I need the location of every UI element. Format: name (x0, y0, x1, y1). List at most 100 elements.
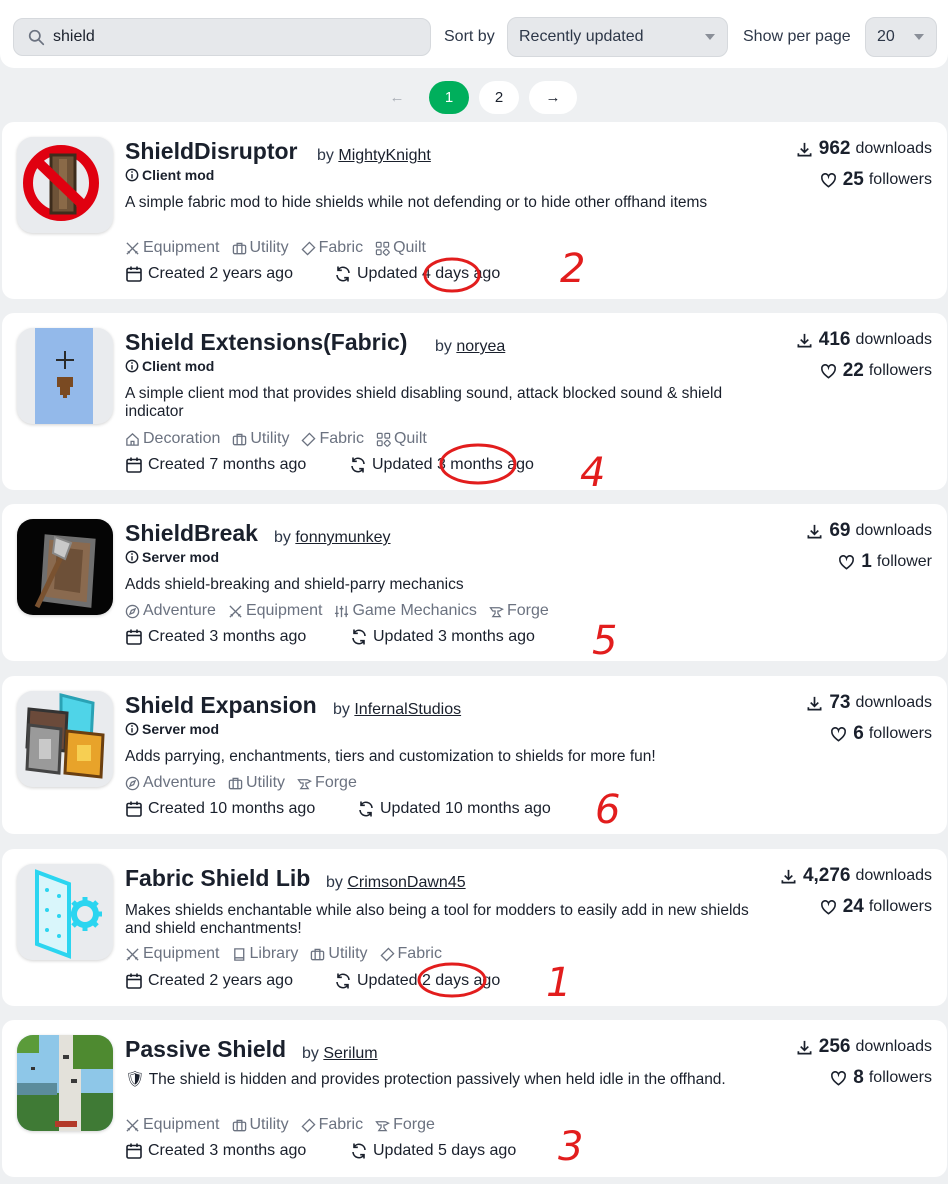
project-author: by InfernalStudios (333, 701, 461, 719)
downloads-count: 4,276 (802, 865, 851, 886)
tag-forge[interactable]: Forge (375, 1116, 435, 1134)
tag-utility[interactable]: Utility (232, 239, 289, 257)
followers-stat: 8 followers (830, 1067, 932, 1089)
tag-forge[interactable]: Forge (489, 602, 549, 620)
search-value: shield (53, 28, 95, 45)
project-card[interactable]: ShieldBreak by fonnymunkey Server mod Ad… (2, 504, 947, 661)
by-label: by (317, 147, 334, 164)
project-title[interactable]: Shield Extensions(Fabric) (125, 329, 407, 356)
followers-stat: 24 followers (820, 896, 932, 918)
project-title[interactable]: Fabric Shield Lib (125, 865, 310, 892)
project-icon[interactable] (17, 328, 113, 424)
downloads-count: 962 (818, 138, 851, 159)
downloads-count: 416 (818, 329, 851, 350)
tag-utility[interactable]: Utility (232, 430, 289, 448)
fabric-icon (301, 431, 317, 447)
tag-label: Library (249, 945, 299, 962)
created-date: Created 3 months ago (125, 628, 306, 646)
tag-equipment[interactable]: Equipment (125, 239, 220, 257)
author-link[interactable]: MightyKnight (338, 147, 431, 164)
prev-page-button[interactable]: ← (381, 81, 413, 114)
tag-adventure[interactable]: Adventure (125, 602, 216, 620)
sort-select[interactable]: Recently updated (507, 17, 728, 57)
tag-fabric[interactable]: Fabric (379, 945, 442, 963)
followers-stat: 25 followers (820, 169, 932, 191)
calendar-icon (126, 801, 142, 817)
project-card[interactable]: Fabric Shield Lib by CrimsonDawn45 Makes… (2, 849, 947, 1006)
tag-label: Equipment (143, 945, 220, 962)
refresh-icon (336, 973, 350, 989)
project-icon[interactable] (17, 137, 113, 233)
updated-date: Updated 2 days ago (334, 972, 500, 990)
page-1-button[interactable]: 1 (429, 81, 469, 114)
project-icon[interactable] (17, 691, 113, 787)
tag-label: Utility (249, 1116, 289, 1133)
author-link[interactable]: fonnymunkey (295, 529, 390, 546)
tag-quilt[interactable]: Quilt (376, 430, 427, 448)
followers-stat: 22 followers (820, 360, 932, 382)
tag-forge[interactable]: Forge (297, 774, 357, 792)
tag-utility[interactable]: Utility (228, 774, 285, 792)
tag-label: Utility (250, 430, 290, 447)
heart-icon (831, 726, 847, 742)
tag-fabric[interactable]: Fabric (301, 430, 364, 448)
calendar-icon (126, 973, 142, 989)
page-2-button[interactable]: 2 (479, 81, 519, 114)
tag-fabric[interactable]: Fabric (301, 1116, 363, 1134)
author-link[interactable]: Serilum (323, 1045, 377, 1062)
author-link[interactable]: CrimsonDawn45 (347, 874, 465, 891)
compass-icon (125, 776, 140, 790)
project-icon[interactable] (17, 864, 113, 960)
project-card[interactable]: ShieldDisruptor by MightyKnight Client m… (2, 122, 947, 299)
project-card[interactable]: Shield Expansion by InfernalStudios Serv… (2, 676, 947, 834)
refresh-icon (336, 266, 350, 282)
tag-label: Forge (506, 602, 549, 619)
heart-icon (820, 899, 836, 915)
project-card[interactable]: Shield Extensions(Fabric) by noryea Clie… (2, 313, 947, 490)
tag-equipment[interactable]: Equipment (125, 945, 220, 963)
project-title[interactable]: ShieldDisruptor (125, 138, 298, 165)
tag-label: Game Mechanics (352, 602, 477, 619)
tag-label: Quilt (393, 239, 426, 256)
per-page-select[interactable]: 20 (865, 17, 937, 57)
calendar-icon (126, 457, 142, 473)
project-icon[interactable] (17, 519, 113, 615)
tag-utility[interactable]: Utility (232, 1116, 289, 1134)
search-input[interactable]: shield (13, 18, 431, 56)
downloads-stat: 962 downloads (796, 138, 932, 160)
updated-date: Updated 10 months ago (357, 800, 551, 818)
swords-icon (126, 241, 139, 255)
tag-quilt[interactable]: Quilt (375, 239, 426, 257)
tag-adventure[interactable]: Adventure (125, 774, 216, 792)
refresh-icon (352, 629, 366, 645)
tag-library[interactable]: Library (232, 945, 299, 963)
tag-list: Decoration Utility Fabric Quilt (125, 430, 439, 448)
passive-shield-icon (17, 1035, 113, 1131)
tag-utility[interactable]: Utility (310, 945, 368, 963)
downloads-count: 73 (829, 692, 851, 713)
by-label: by (435, 338, 452, 355)
chevron-down-icon (914, 34, 924, 40)
heart-icon (839, 554, 855, 570)
created-date: Created 3 months ago (125, 1142, 306, 1160)
followers-count: 25 (842, 169, 864, 190)
tag-equipment[interactable]: Equipment (125, 1116, 220, 1134)
tag-decoration[interactable]: Decoration (125, 430, 220, 448)
tag-game-mechanics[interactable]: Game Mechanics (334, 602, 477, 620)
swords-icon (126, 1118, 139, 1132)
project-icon[interactable] (17, 1035, 113, 1131)
project-title[interactable]: Passive Shield (125, 1036, 286, 1063)
tag-label: Fabric (397, 945, 442, 962)
tag-equipment[interactable]: Equipment (228, 602, 322, 620)
downloads-stat: 73 downloads (806, 692, 932, 714)
tag-fabric[interactable]: Fabric (301, 239, 363, 257)
project-title[interactable]: ShieldBreak (125, 520, 258, 547)
author-link[interactable]: noryea (456, 338, 505, 355)
quilt-icon (376, 432, 391, 447)
author-link[interactable]: InfernalStudios (354, 701, 461, 718)
downloads-stat: 416 downloads (796, 329, 932, 351)
project-card[interactable]: Passive Shield by Serilum 🛡 The shield i… (2, 1020, 947, 1177)
project-title[interactable]: Shield Expansion (125, 692, 317, 719)
shield-disruptor-icon (17, 137, 113, 233)
next-page-button[interactable]: → (529, 81, 577, 114)
